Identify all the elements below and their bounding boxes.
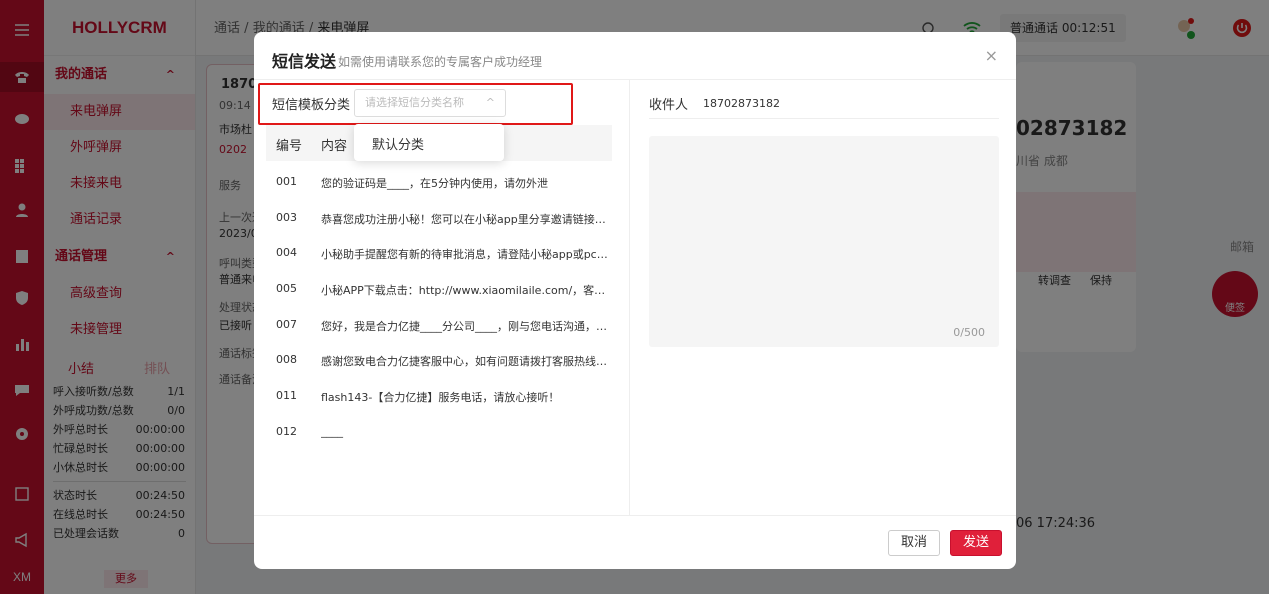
cancel-button[interactable]: 取消 bbox=[888, 530, 941, 556]
close-icon[interactable]: × bbox=[985, 48, 998, 64]
sms-send-dialog: 短信发送 如需使用请联系您的专属客户成功经理 × 短信模板分类 请选择短信分类名… bbox=[254, 32, 1016, 569]
recipient-label: 收件人 bbox=[649, 98, 689, 113]
compose-panel: 收件人 18702873182 0/500 bbox=[631, 80, 1016, 515]
template-row[interactable]: 011 flash143-【合力亿捷】服务电话，请放心接听！ bbox=[266, 378, 612, 414]
template-row[interactable]: 012 ____ bbox=[266, 414, 612, 450]
message-textarea[interactable]: 0/500 bbox=[649, 136, 999, 347]
dialog-footer: 取消 发送 bbox=[254, 515, 1016, 569]
template-row[interactable]: 003 恭喜您成功注册小秘！您可以在小秘app里分享邀请链接到好友 bbox=[266, 200, 612, 236]
divider bbox=[649, 118, 999, 119]
template-row[interactable]: 005 小秘APP下载点击：http://www.xiaomilaile.com/… bbox=[266, 271, 612, 307]
template-row[interactable]: 007 您好，我是合力亿捷____分公司____，刚与您电话沟通，期待合作 bbox=[266, 307, 612, 343]
category-dropdown: 默认分类 bbox=[354, 124, 504, 161]
char-count: 0/500 bbox=[953, 326, 985, 339]
send-button[interactable]: 发送 bbox=[950, 530, 1003, 556]
recipient-value: 18702873182 bbox=[703, 97, 780, 110]
dialog-header: 短信发送 如需使用请联系您的专属客户成功经理 × bbox=[254, 32, 1016, 80]
dialog-subtitle: 如需使用请联系您的专属客户成功经理 bbox=[338, 55, 543, 69]
dropdown-option-default[interactable]: 默认分类 bbox=[372, 134, 424, 153]
template-panel: 短信模板分类 请选择短信分类名称 ^ 编号 内容 001 您的验证码是____，在… bbox=[254, 80, 630, 515]
template-row[interactable]: 008 感谢您致电合力亿捷客服中心，如有问题请拨打客服热线4008 bbox=[266, 342, 612, 378]
template-row[interactable]: 001 您的验证码是____，在5分钟内使用，请勿外泄 bbox=[266, 164, 612, 200]
highlight-box bbox=[258, 83, 573, 125]
template-row[interactable]: 004 小秘助手提醒您有新的待审批消息，请登陆小秘app或pc端查看 bbox=[266, 235, 612, 271]
dialog-title: 短信发送 bbox=[272, 52, 337, 71]
